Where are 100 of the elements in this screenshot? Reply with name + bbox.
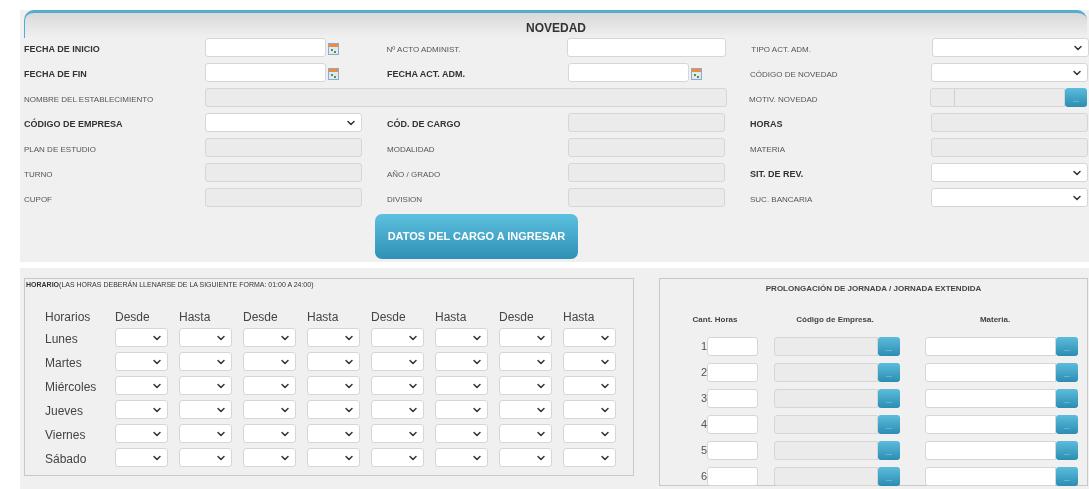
select-field[interactable] (179, 424, 232, 443)
company-field[interactable] (774, 362, 878, 382)
select-field[interactable] (307, 352, 360, 371)
select-field[interactable] (307, 328, 360, 347)
company-field[interactable] (774, 388, 878, 408)
row-number: 3 (700, 390, 707, 406)
select-field[interactable] (179, 376, 232, 395)
select-field[interactable] (563, 424, 616, 443)
field-label: MOTIV. NOVEDAD (749, 95, 818, 104)
select-field[interactable] (499, 376, 552, 395)
select-field[interactable] (307, 400, 360, 419)
select-field[interactable] (243, 328, 296, 347)
select-field[interactable] (115, 448, 168, 467)
date-field[interactable] (205, 63, 326, 82)
readonly-field[interactable] (205, 138, 362, 157)
select-field[interactable] (115, 424, 168, 443)
extension-title: PROLONGACIÓN DE JORNADA / JORNADA EXTENDIDA (765, 283, 982, 295)
select-field[interactable] (435, 424, 488, 443)
readonly-field[interactable] (568, 188, 725, 207)
select-field[interactable] (115, 400, 168, 419)
select-field[interactable] (371, 352, 424, 371)
hours-field[interactable] (707, 440, 758, 460)
readonly-field[interactable] (205, 88, 727, 107)
subject-field[interactable] (925, 414, 1056, 434)
select-field[interactable] (205, 113, 362, 132)
select-field[interactable] (243, 376, 296, 395)
select-field[interactable] (499, 328, 552, 347)
select-field[interactable] (499, 400, 552, 419)
select-field[interactable] (563, 328, 616, 347)
company-field[interactable] (774, 440, 878, 460)
company-field[interactable] (774, 414, 878, 434)
select-field[interactable] (179, 448, 232, 467)
calendar-icon[interactable] (328, 68, 339, 80)
select-field[interactable] (371, 448, 424, 467)
company-field[interactable] (774, 466, 878, 486)
field-label: Nº ACTO ADMINIST. (386, 45, 461, 54)
select-field[interactable] (499, 352, 552, 371)
row-number: 1 (700, 338, 707, 354)
select-field[interactable] (499, 424, 552, 443)
select-field[interactable] (243, 424, 296, 443)
readonly-field[interactable] (568, 138, 725, 157)
select-field[interactable] (563, 352, 616, 371)
readonly-field[interactable] (568, 163, 725, 182)
select-field[interactable] (371, 328, 424, 347)
select-field[interactable] (932, 38, 1089, 57)
hours-field[interactable] (707, 466, 758, 486)
select-field[interactable] (179, 352, 232, 371)
select-field[interactable] (115, 352, 168, 371)
subject-field[interactable] (925, 362, 1056, 382)
hours-field[interactable] (707, 362, 758, 382)
hours-field[interactable] (707, 388, 758, 408)
select-field[interactable] (371, 400, 424, 419)
date-field[interactable] (568, 63, 689, 82)
select-field[interactable] (115, 376, 168, 395)
select-field[interactable] (307, 448, 360, 467)
select-field[interactable] (307, 376, 360, 395)
column-header: Código de Empresa. (796, 315, 874, 324)
select-field[interactable] (371, 424, 424, 443)
select-field[interactable] (563, 376, 616, 395)
subject-field[interactable] (925, 440, 1056, 460)
select-field[interactable] (499, 448, 552, 467)
select-field[interactable] (243, 448, 296, 467)
select-field[interactable] (563, 448, 616, 467)
select-field[interactable] (563, 400, 616, 419)
column-header: Hasta (307, 309, 339, 324)
company-field[interactable] (774, 336, 878, 356)
calendar-icon[interactable] (327, 43, 339, 55)
subject-field[interactable] (925, 336, 1056, 356)
select-field[interactable] (115, 328, 168, 347)
input-field[interactable] (567, 38, 727, 57)
hours-field[interactable] (707, 414, 758, 434)
select-field[interactable] (435, 328, 488, 347)
select-field[interactable] (931, 63, 1088, 82)
readonly-field[interactable] (931, 113, 1088, 132)
field-label: FECHA ACT. ADM. (387, 69, 465, 79)
day-label: Lunes (45, 331, 78, 346)
readonly-field[interactable] (931, 138, 1088, 157)
select-field[interactable] (435, 376, 488, 395)
lookup-field[interactable] (930, 88, 1065, 107)
hours-field[interactable] (707, 336, 758, 356)
submit-button[interactable]: DATOS DEL CARGO A INGRESAR (375, 214, 578, 259)
date-field[interactable] (204, 38, 326, 57)
subject-field[interactable] (925, 466, 1056, 486)
select-field[interactable] (179, 328, 232, 347)
select-field[interactable] (435, 400, 488, 419)
select-field[interactable] (243, 352, 296, 371)
select-field[interactable] (179, 400, 232, 419)
readonly-field[interactable] (205, 163, 362, 182)
readonly-field[interactable] (568, 113, 725, 132)
select-field[interactable] (371, 376, 424, 395)
select-field[interactable] (931, 188, 1088, 207)
select-field[interactable] (243, 400, 296, 419)
select-field[interactable] (307, 424, 360, 443)
subject-field[interactable] (925, 388, 1056, 408)
select-field[interactable] (435, 448, 488, 467)
field-label: CÓDIGO DE EMPRESA (24, 119, 123, 129)
readonly-field[interactable] (205, 188, 362, 207)
calendar-icon[interactable] (691, 68, 702, 80)
select-field[interactable] (931, 163, 1088, 182)
select-field[interactable] (435, 352, 488, 371)
